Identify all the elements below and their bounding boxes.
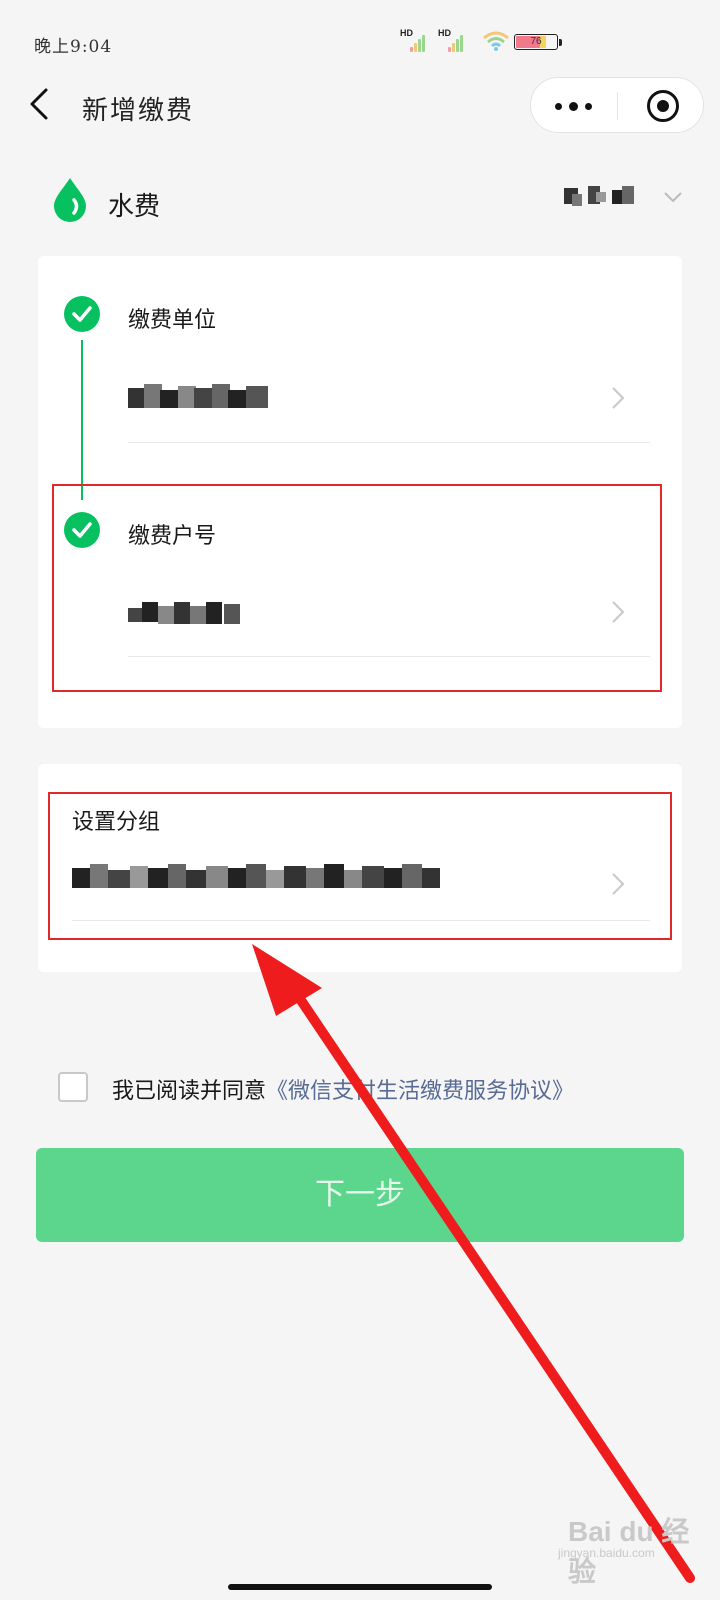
step-connector: [81, 340, 83, 500]
chevron-right-icon[interactable]: [608, 384, 628, 412]
mini-program-close-icon[interactable]: [647, 90, 679, 122]
wifi-icon: [483, 31, 509, 51]
agreement-prefix: 我已阅读并同意: [112, 1079, 267, 1104]
signal-hd-label-2: HD: [438, 28, 451, 38]
signal-hd-label: HD: [400, 28, 413, 38]
mini-program-capsule: [530, 77, 704, 133]
step-check-icon: [64, 296, 100, 332]
bill-type-selector[interactable]: 水费: [0, 170, 720, 230]
chevron-down-icon[interactable]: [662, 186, 684, 208]
agreement-link[interactable]: 《微信支付生活缴费服务协议》: [266, 1079, 574, 1104]
baidu-watermark: Bai du 经验 jingyan.baidu.com: [548, 1510, 708, 1587]
agreement-checkbox[interactable]: [58, 1072, 88, 1102]
water-drop-icon: [54, 178, 86, 222]
back-icon[interactable]: [24, 86, 60, 122]
bill-type-label: 水费: [108, 192, 161, 222]
divider: [128, 442, 650, 443]
signal-icon-2: HD: [438, 28, 464, 52]
page-title: 新增缴费: [82, 96, 195, 126]
status-time: 晚上9:04: [34, 37, 113, 57]
step-label-unit: 缴费单位: [128, 308, 217, 333]
agreement-text: 我已阅读并同意《微信支付生活缴费服务协议》: [112, 1073, 574, 1105]
battery-icon: 76: [514, 34, 558, 50]
next-button[interactable]: 下一步: [36, 1148, 684, 1242]
battery-level: 76: [530, 36, 542, 47]
watermark-sub: jingyan.baidu.com: [558, 1546, 655, 1560]
blurred-unit-value[interactable]: [128, 380, 274, 416]
more-dots-icon[interactable]: [531, 78, 617, 134]
blurred-account-name: [564, 186, 634, 206]
agreement-row: 我已阅读并同意《微信支付生活缴费服务协议》: [58, 1070, 698, 1106]
annotation-highlight-box: [48, 792, 672, 940]
annotation-highlight-box: [52, 484, 662, 692]
signal-icon: HD: [400, 28, 426, 52]
home-indicator[interactable]: [228, 1584, 492, 1590]
status-bar: 晚上9:04 HD HD 76: [0, 0, 720, 80]
nav-bar: 新增缴费: [0, 70, 720, 140]
